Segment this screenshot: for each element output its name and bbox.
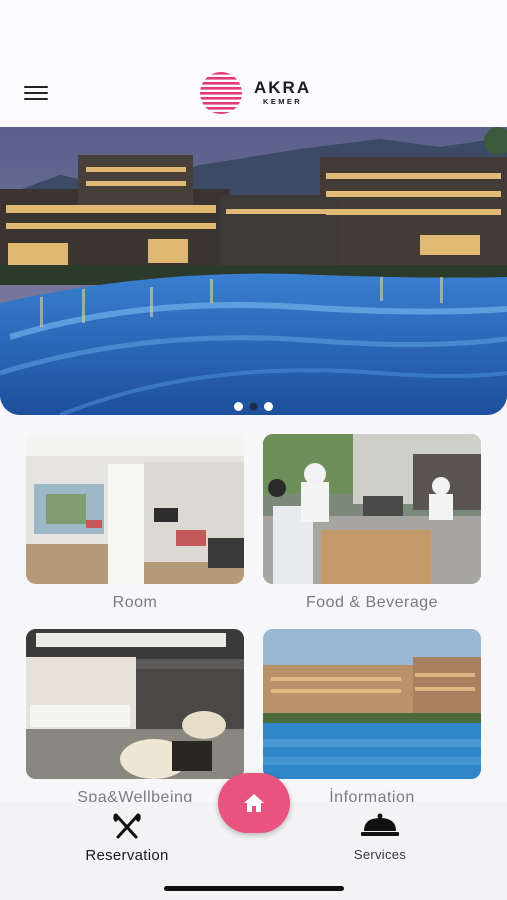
reservation-label: Reservation [85, 847, 169, 864]
spa-photo [26, 629, 244, 779]
home-button[interactable] [218, 773, 290, 833]
carousel-dot-active[interactable] [249, 402, 258, 411]
services-tab[interactable]: Services [310, 812, 450, 862]
information-card[interactable] [263, 629, 481, 779]
app-screen: AKRA KEMER Room Food & Beverage Spa&Well… [0, 0, 507, 900]
service-bell-icon [361, 813, 399, 836]
carousel-dot[interactable] [234, 402, 243, 411]
information-photo [263, 629, 481, 779]
home-indicator [164, 886, 344, 891]
food-photo [263, 434, 481, 584]
logo-name: AKRA [254, 78, 312, 97]
akra-kemer-logo: AKRA KEMER [196, 70, 326, 116]
spa-wellbeing-card[interactable] [26, 629, 244, 779]
hamburger-menu-icon[interactable] [24, 84, 50, 102]
fork-knife-icon [113, 813, 141, 839]
room-card[interactable] [26, 434, 244, 584]
carousel-dots[interactable] [0, 402, 507, 411]
food-beverage-card[interactable] [263, 434, 481, 584]
akra-logo-mark [200, 72, 242, 114]
food-beverage-label[interactable]: Food & Beverage [263, 594, 481, 612]
reservation-tab[interactable]: Reservation [57, 812, 197, 864]
app-header: AKRA KEMER [0, 0, 507, 127]
room-photo [26, 434, 244, 584]
logo-subtitle: KEMER [263, 97, 303, 106]
room-label[interactable]: Room [26, 594, 244, 612]
hotel-pool-night-photo [0, 127, 507, 415]
hero-carousel[interactable] [0, 127, 507, 415]
carousel-dot[interactable] [264, 402, 273, 411]
services-label: Services [353, 847, 407, 862]
home-icon [244, 794, 264, 812]
